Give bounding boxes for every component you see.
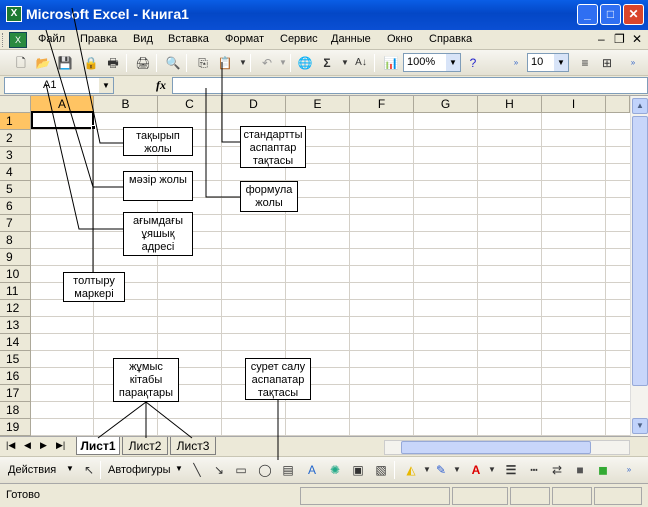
callout-workbook-sheets: жұмыс кітабы парақтары (113, 358, 179, 402)
callout-current-cell: ағымдағы ұяшық адресі (123, 212, 193, 256)
callout-drawing-toolbar: сурет салу аспапатар тақтасы (245, 358, 311, 400)
callout-formula-bar: формула жолы (240, 181, 298, 212)
callout-fill-handle: толтыру маркері (63, 272, 125, 302)
callout-lines (45, 7, 279, 460)
callout-menu-bar: мәзір жолы (123, 171, 193, 201)
callout-title-bar: тақырып жолы (123, 127, 193, 156)
callout-standard-toolbar: стандартты аспаптар тақтасы (240, 126, 306, 168)
